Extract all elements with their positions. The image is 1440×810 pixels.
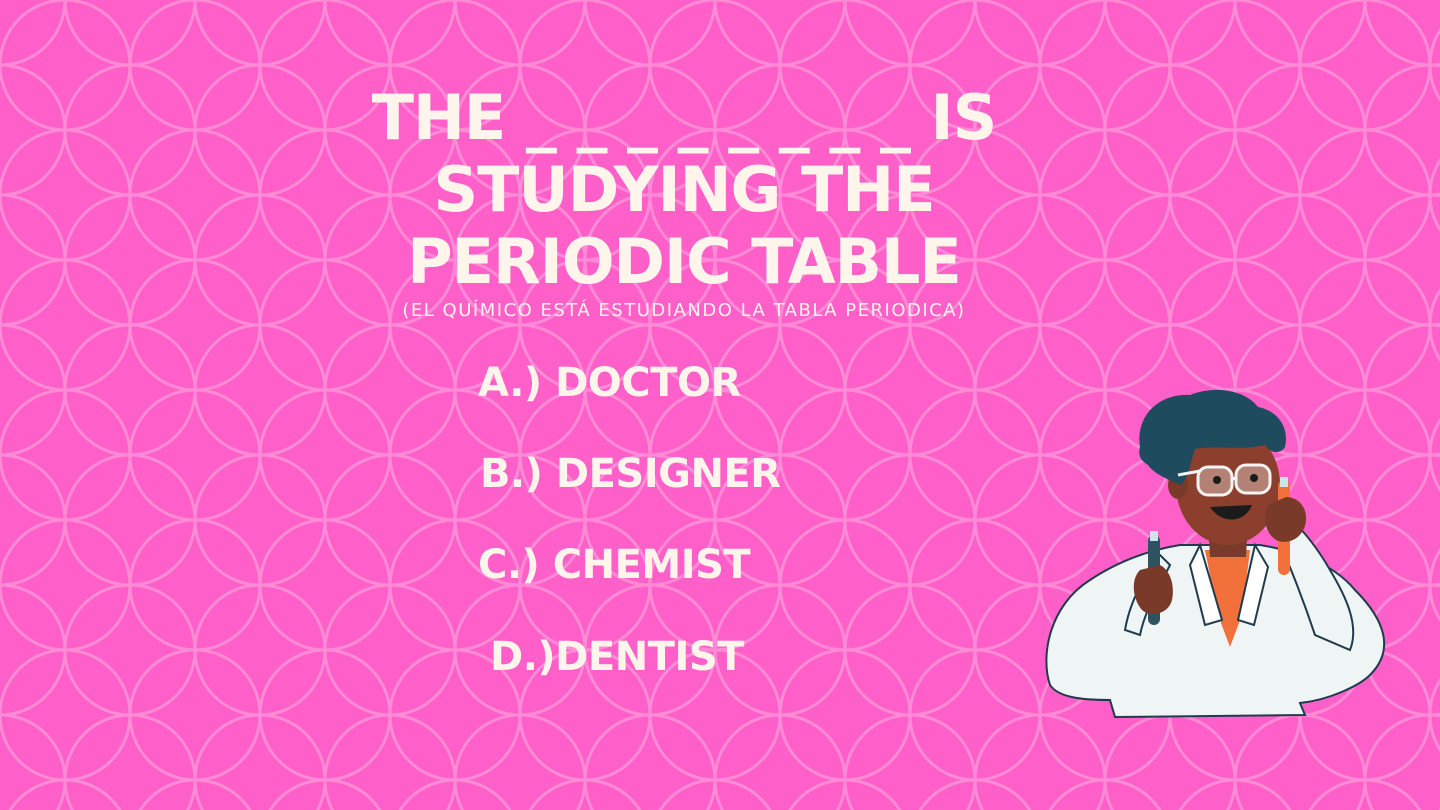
question-line-2: STUDYING THE: [433, 153, 935, 226]
question-text: THE _ _ _ _ _ _ _ _ IS STUDYING THE PERI…: [320, 82, 1048, 298]
spanish-translation: (EL QUÍMICO ESTÁ ESTUDIANDO LA TABLA PER…: [402, 300, 966, 321]
option-b[interactable]: B.) DESIGNER: [480, 450, 781, 498]
option-a[interactable]: A.) DOCTOR: [478, 359, 741, 407]
question-line-3: PERIODIC TABLE: [407, 225, 962, 298]
option-c[interactable]: C.) CHEMIST: [478, 541, 751, 589]
option-d[interactable]: D.)DENTIST: [490, 633, 744, 681]
question-line-1: THE _ _ _ _ _ _ _ _ IS: [371, 81, 998, 154]
chemist-illustration-icon: [1045, 389, 1386, 719]
